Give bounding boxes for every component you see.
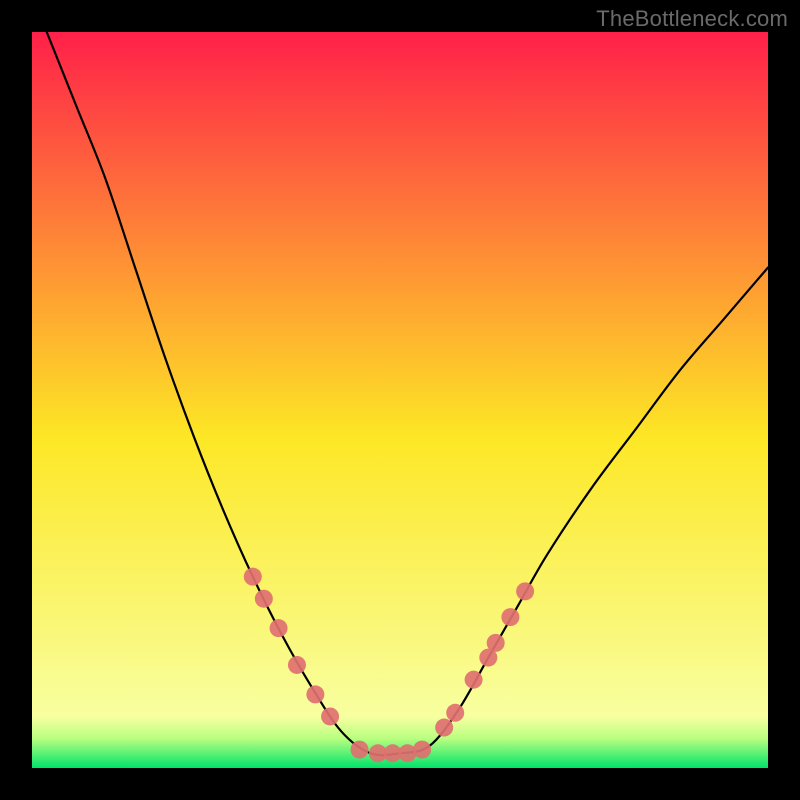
- marker-dot: [487, 634, 505, 652]
- marker-dot: [465, 671, 483, 689]
- plot-area: [32, 32, 768, 768]
- marker-dot: [244, 568, 262, 586]
- marker-dot: [516, 582, 534, 600]
- chart-svg: [32, 32, 768, 768]
- marker-dot: [351, 741, 369, 759]
- marker-dot: [306, 685, 324, 703]
- marker-dot: [435, 719, 453, 737]
- marker-dot: [321, 707, 339, 725]
- watermark: TheBottleneck.com: [596, 6, 788, 32]
- chart-stage: TheBottleneck.com: [0, 0, 800, 800]
- marker-dot: [270, 619, 288, 637]
- marker-dot: [255, 590, 273, 608]
- marker-dot: [446, 704, 464, 722]
- marker-dot: [501, 608, 519, 626]
- marker-dot: [413, 741, 431, 759]
- marker-dot: [288, 656, 306, 674]
